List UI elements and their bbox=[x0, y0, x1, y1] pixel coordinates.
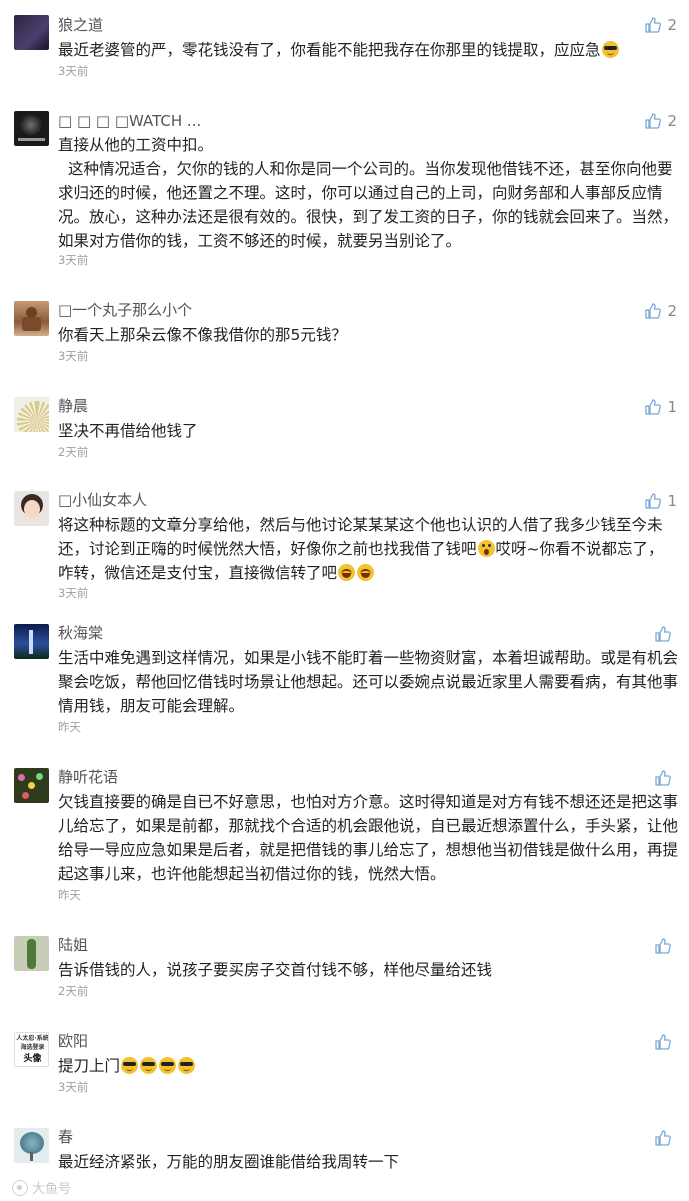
cool-emoji-icon bbox=[178, 1057, 196, 1074]
comment-time: 昨天 bbox=[58, 888, 81, 902]
avatar[interactable] bbox=[14, 624, 49, 659]
avatar-text: 人太忍·系统 bbox=[16, 1035, 49, 1042]
avatar[interactable] bbox=[14, 15, 49, 50]
like-count: 2 bbox=[667, 112, 677, 130]
comment-time: 3天前 bbox=[58, 64, 89, 78]
thumbs-up-icon bbox=[655, 626, 671, 642]
laughing-emoji-icon bbox=[357, 564, 375, 581]
cool-emoji-icon bbox=[159, 1057, 177, 1074]
like-button[interactable]: 1 bbox=[645, 491, 677, 511]
thumbs-up-icon bbox=[645, 113, 662, 129]
comment-text: 你看天上那朵云像不像我借你的那5元钱？ bbox=[58, 326, 347, 344]
watermark-logo-icon bbox=[12, 1179, 28, 1196]
comment-text: 生活中难免遇到这样情况，如果是小钱不能盯着一些物资财富，本着坦诚帮助。或是有机会… bbox=[58, 649, 679, 715]
comment-author[interactable]: 静听花语 bbox=[58, 767, 118, 787]
comment-author[interactable]: □小仙女本人 bbox=[58, 490, 147, 510]
like-button[interactable] bbox=[655, 624, 677, 644]
avatar-text: 头像 bbox=[23, 1054, 42, 1064]
like-button[interactable]: 2 bbox=[645, 15, 677, 35]
avatar[interactable] bbox=[14, 936, 49, 971]
surprised-emoji-icon bbox=[477, 540, 495, 557]
thumbs-up-icon bbox=[655, 1034, 671, 1050]
comment-time: 3天前 bbox=[58, 586, 89, 600]
comment-text: 最近经济紧张，万能的朋友圈谁能借给我周转一下 bbox=[58, 1153, 400, 1171]
comment-text-body: 最近老婆管的严，零花钱没有了，你看能不能把我存在你那里的钱提取，应应急 bbox=[58, 41, 601, 59]
comment-author[interactable]: 秋海棠 bbox=[58, 623, 103, 643]
comment-time: 2天前 bbox=[58, 445, 89, 459]
thumbs-up-icon bbox=[645, 399, 662, 415]
laughing-emoji-icon bbox=[338, 564, 356, 581]
thumbs-up-icon bbox=[655, 770, 671, 786]
comment-text-body: 这种情况适合，欠你的钱的人和你是同一个公司的。当你发现他借钱不还，甚至你向他要求… bbox=[58, 160, 679, 250]
comment-author[interactable]: 狼之道 bbox=[58, 15, 103, 35]
like-button[interactable]: 1 bbox=[645, 397, 677, 417]
comment-author[interactable]: 欧阳 bbox=[58, 1031, 88, 1051]
comment-text: 坚决不再借给他钱了 bbox=[58, 422, 198, 440]
like-button[interactable] bbox=[655, 1032, 677, 1052]
like-count: 1 bbox=[667, 492, 677, 510]
avatar-text: 海选登录 bbox=[20, 1044, 45, 1051]
avatar[interactable] bbox=[14, 301, 49, 336]
avatar[interactable]: 人太忍·系统 海选登录 头像 bbox=[14, 1032, 49, 1067]
thumbs-up-icon bbox=[645, 303, 662, 319]
comment-time: 昨天 bbox=[58, 720, 81, 734]
thumbs-up-icon bbox=[645, 493, 662, 509]
comment-text-body: 提刀上门 bbox=[58, 1057, 121, 1075]
cool-emoji-icon bbox=[601, 41, 619, 58]
like-count: 1 bbox=[667, 398, 677, 416]
comment-text: 告诉借钱的人，说孩子要买房子交首付钱不够，样他尽量给还钱 bbox=[58, 961, 493, 979]
comment-text: 最近老婆管的严，零花钱没有了，你看能不能把我存在你那里的钱提取，应应急 bbox=[58, 38, 678, 62]
watermark: 大鱼号 bbox=[12, 1178, 71, 1197]
comment-text: 将这种标题的文章分享给他，然后与他讨论某某某这个他也认识的人借了我多少钱至今未还… bbox=[58, 513, 678, 585]
thumbs-up-icon bbox=[645, 17, 662, 33]
thumbs-up-icon bbox=[655, 1130, 671, 1146]
comment-text-line1: 直接从他的工资中扣。 bbox=[58, 136, 214, 154]
like-count: 2 bbox=[667, 302, 677, 320]
watermark-text: 大鱼号 bbox=[32, 1182, 72, 1197]
avatar[interactable] bbox=[14, 1128, 49, 1163]
comment-author[interactable]: □ □ □ □WATCH ... bbox=[58, 111, 201, 131]
like-button[interactable] bbox=[655, 1128, 677, 1148]
comment-time: 2天前 bbox=[58, 984, 89, 998]
comment-author[interactable]: 陆姐 bbox=[58, 935, 88, 955]
avatar[interactable] bbox=[14, 111, 49, 146]
comment-time: 3天前 bbox=[58, 253, 89, 267]
comment-time: 3天前 bbox=[58, 349, 89, 363]
comment-text: 欠钱直接要的确是自已不好意思，也怕对方介意。这时得知道是对方有钱不想还还是把这事… bbox=[58, 793, 679, 883]
comment-author[interactable]: 春 bbox=[58, 1127, 73, 1147]
like-button[interactable]: 2 bbox=[645, 301, 677, 321]
thumbs-up-icon bbox=[655, 938, 671, 954]
comment-text: 提刀上门 bbox=[58, 1054, 678, 1078]
like-button[interactable] bbox=[655, 768, 677, 788]
comment-author[interactable]: □一个丸子那么小个 bbox=[58, 300, 192, 320]
like-button[interactable]: 2 bbox=[645, 111, 677, 131]
cool-emoji-icon bbox=[140, 1057, 158, 1074]
like-button[interactable] bbox=[655, 936, 677, 956]
avatar[interactable] bbox=[14, 491, 49, 526]
comment-author[interactable]: 静晨 bbox=[58, 396, 88, 416]
comment-time: 3天前 bbox=[58, 1080, 89, 1094]
like-count: 2 bbox=[667, 16, 677, 34]
cool-emoji-icon bbox=[121, 1057, 139, 1074]
avatar[interactable] bbox=[14, 768, 49, 803]
avatar[interactable] bbox=[14, 397, 49, 432]
